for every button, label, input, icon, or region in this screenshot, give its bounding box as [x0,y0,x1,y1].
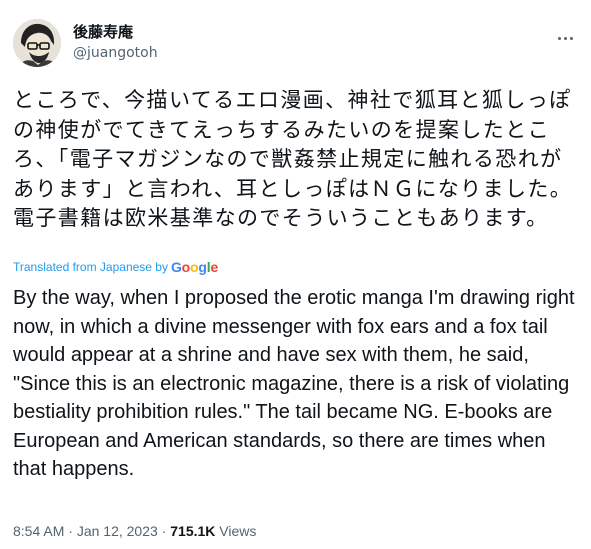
more-dot [563,36,567,40]
views-count[interactable]: 715.1K [170,523,215,539]
meta-separator: · [68,523,73,539]
meta-separator: · [161,523,167,539]
tweet-text-translated: By the way, when I proposed the erotic m… [13,287,575,480]
tweet: 後藤寿庵 @juangotoh ところで、今描いてるエロ漫画、神社で狐耳と狐しっ… [0,0,591,549]
avatar-illustration-icon [13,19,61,67]
user-handle[interactable]: @juangotoh [73,43,158,63]
more-dot [557,36,561,40]
tweet-date[interactable]: Jan 12, 2023 [77,523,158,539]
avatar[interactable] [13,19,61,67]
google-logo-icon: Google [170,259,219,275]
more-dot [569,36,573,40]
tweet-time[interactable]: 8:54 AM [13,523,64,539]
views-label: Views [219,523,257,539]
translation-attribution[interactable]: Translated from Japanese by Google [13,258,218,276]
translated-label: Translated from Japanese by [13,260,168,274]
tweet-text-original: ところで、今描いてるエロ漫画、神社で狐耳と狐しっぽの神使がでてきてえっちするみた… [13,88,573,230]
display-name[interactable]: 後藤寿庵 [73,22,158,42]
tweet-meta: 8:54 AM · Jan 12, 2023 · 715.1K Views [13,522,256,540]
more-horizontal-icon[interactable] [553,26,577,50]
author-names: 後藤寿庵 @juangotoh [73,22,158,63]
